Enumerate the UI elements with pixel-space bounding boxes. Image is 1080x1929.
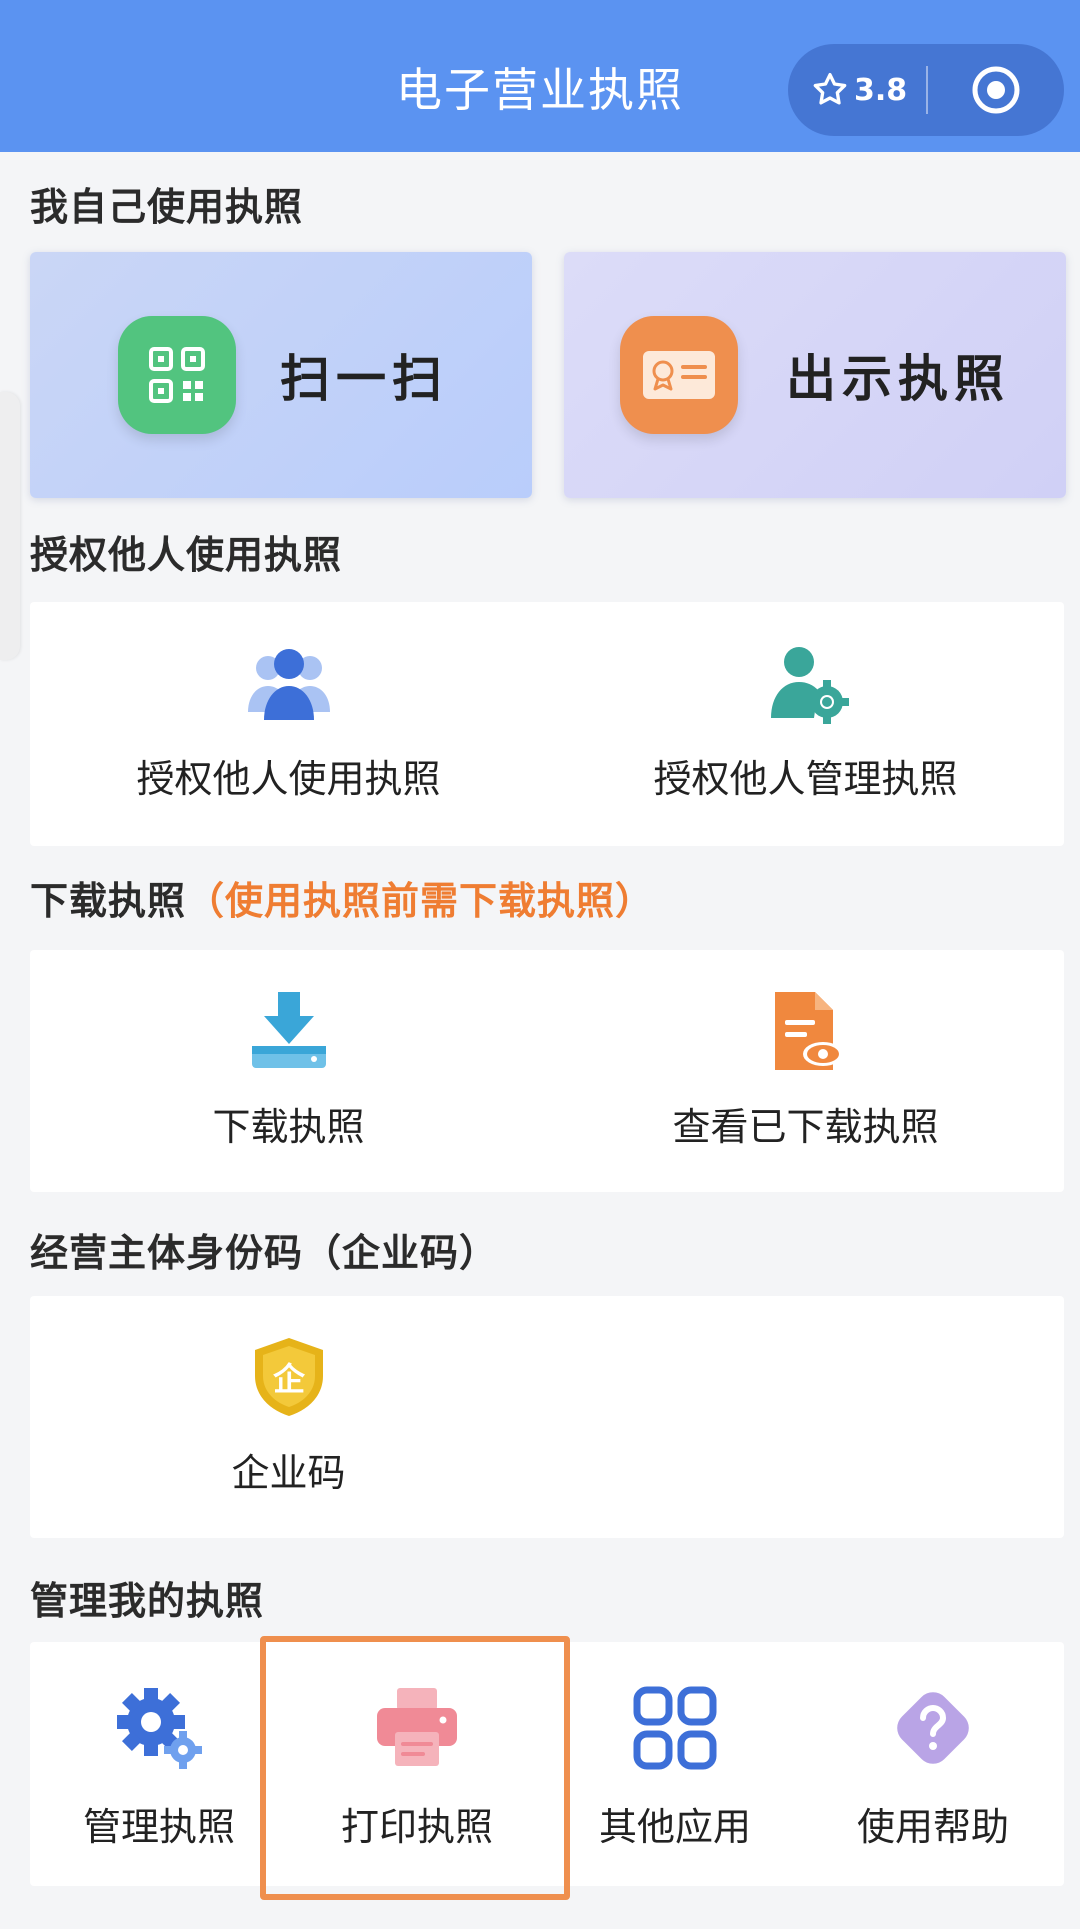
authorize-use-label: 授权他人使用执照 bbox=[136, 757, 441, 801]
view-downloaded-label: 查看已下载执照 bbox=[672, 1105, 939, 1149]
star-icon bbox=[813, 73, 847, 105]
authorize-use-button[interactable]: 授权他人使用执照 bbox=[30, 602, 547, 846]
download-license-button[interactable]: 下载执照 bbox=[30, 950, 547, 1192]
show-license-label: 出示执照 bbox=[786, 350, 1010, 408]
enterprise-code-label: 企业码 bbox=[231, 1451, 346, 1495]
close-mini-program-button[interactable] bbox=[928, 44, 1064, 136]
print-license-label: 打印执照 bbox=[340, 1805, 493, 1849]
users-icon bbox=[247, 649, 330, 720]
download-license-label: 下载执照 bbox=[212, 1105, 365, 1149]
manage-panel: 管理执照 打印执照 其他应用 使用帮助 bbox=[30, 1642, 1064, 1886]
other-apps-button[interactable]: 其他应用 bbox=[546, 1642, 804, 1886]
section-title-self-use: 我自己使用执照 bbox=[30, 185, 304, 229]
scan-label: 扫一扫 bbox=[280, 350, 448, 408]
authorize-manage-button[interactable]: 授权他人管理执照 bbox=[547, 602, 1064, 846]
manage-license-button[interactable]: 管理执照 bbox=[30, 1642, 288, 1886]
download-section-note: （使用执照前需下载执照） bbox=[186, 879, 655, 923]
target-icon bbox=[972, 66, 1020, 114]
enterprise-code-button[interactable]: 企 企业码 bbox=[30, 1296, 547, 1538]
rating-button[interactable]: 3.8 bbox=[788, 44, 926, 136]
mini-program-capsule: 3.8 bbox=[788, 44, 1064, 136]
shield-char: 企 bbox=[272, 1360, 305, 1398]
printer-icon bbox=[377, 1688, 457, 1766]
download-panel: 下载执照 查看已下载执照 bbox=[30, 950, 1064, 1192]
section-title-download: 下载执照（使用执照前需下载执照） bbox=[30, 870, 654, 925]
document-view-icon bbox=[774, 992, 843, 1070]
rating-value: 3.8 bbox=[854, 72, 908, 108]
download-icon bbox=[251, 992, 326, 1068]
section-title-authorize: 授权他人使用执照 bbox=[30, 533, 343, 577]
user-settings-icon bbox=[770, 647, 849, 724]
qr-code-icon bbox=[118, 316, 236, 434]
authorize-manage-label: 授权他人管理执照 bbox=[653, 757, 958, 801]
apps-grid-icon bbox=[633, 1686, 717, 1770]
side-drawer-handle[interactable] bbox=[0, 392, 20, 660]
help-button[interactable]: 使用帮助 bbox=[804, 1642, 1062, 1886]
section-title-manage: 管理我的执照 bbox=[30, 1579, 265, 1623]
help-icon bbox=[897, 1692, 969, 1764]
help-label: 使用帮助 bbox=[856, 1805, 1009, 1849]
authorize-panel: 授权他人使用执照 授权他人管理执照 bbox=[30, 602, 1064, 846]
identity-panel: 企 企业码 bbox=[30, 1296, 1064, 1538]
manage-license-label: 管理执照 bbox=[82, 1805, 235, 1849]
print-license-button[interactable]: 打印执照 bbox=[288, 1642, 546, 1886]
other-apps-label: 其他应用 bbox=[598, 1805, 751, 1849]
section-title-identity: 经营主体身份码（企业码） bbox=[30, 1231, 499, 1275]
license-card-icon bbox=[620, 316, 738, 434]
view-downloaded-button[interactable]: 查看已下载执照 bbox=[547, 950, 1064, 1192]
shield-icon: 企 bbox=[254, 1338, 323, 1416]
download-section-label: 下载执照 bbox=[30, 879, 187, 923]
gear-icon bbox=[117, 1688, 202, 1769]
scan-button[interactable]: 扫一扫 bbox=[30, 252, 532, 498]
title-bar: 电子营业执照 3.8 bbox=[0, 0, 1080, 152]
show-license-button[interactable]: 出示执照 bbox=[564, 252, 1066, 498]
